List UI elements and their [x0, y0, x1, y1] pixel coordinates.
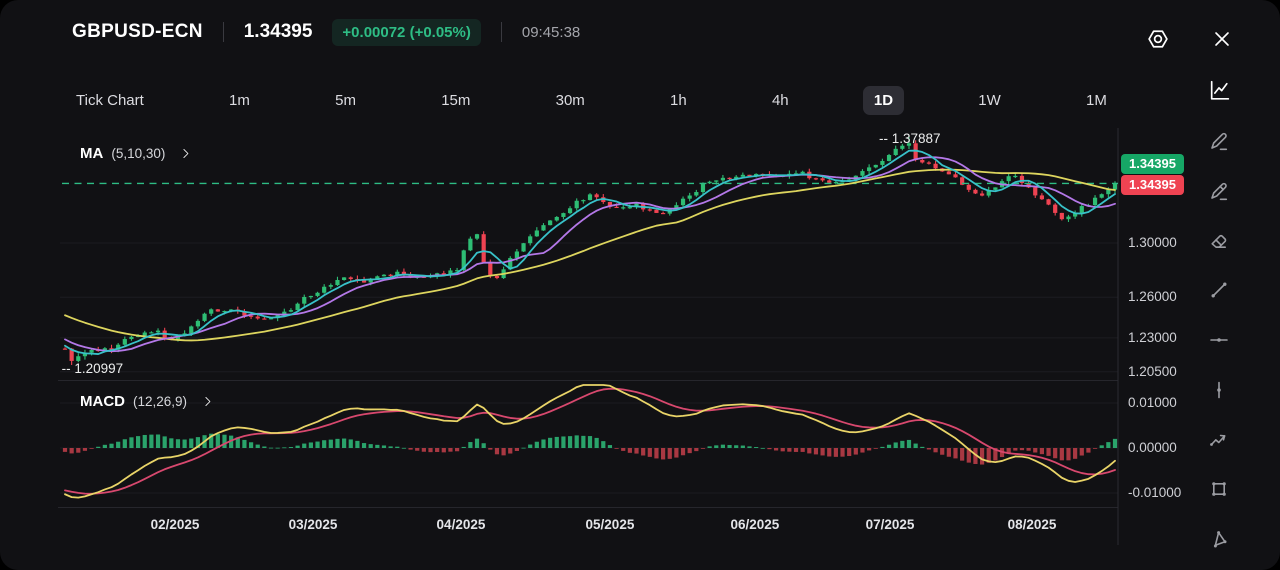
- ma-indicator-label: MA (5,10,30): [80, 145, 192, 162]
- low-price-annotation: -- 1.20997: [62, 361, 124, 376]
- trading-chart-window: GBPUSD-ECN 1.34395 +0.00072 (+0.05%) 09:…: [0, 0, 1280, 570]
- x-axis-label: 04/2025: [437, 517, 486, 532]
- price-axis-label: 1.23000: [1128, 330, 1177, 345]
- x-axis-label: 06/2025: [730, 517, 779, 532]
- bid-price-badge: 1.34395: [1121, 175, 1184, 195]
- macd-axis-label: 0.01000: [1128, 395, 1177, 410]
- ma-params: (5,10,30): [111, 146, 165, 161]
- x-axis-label: 08/2025: [1008, 517, 1057, 532]
- price-axis-label: 1.26000: [1128, 289, 1177, 304]
- x-axis-label: 03/2025: [289, 517, 338, 532]
- price-axis-label: 1.30000: [1128, 235, 1177, 250]
- ma-name: MA: [80, 145, 103, 162]
- x-axis-label: 07/2025: [866, 517, 915, 532]
- macd-indicator-label: MACD (12,26,9): [80, 393, 214, 410]
- macd-params: (12,26,9): [133, 394, 187, 409]
- price-chart-canvas[interactable]: [0, 0, 1280, 570]
- chevron-right-icon[interactable]: [201, 395, 214, 408]
- ask-price-badge: 1.34395: [1121, 154, 1184, 174]
- price-axis-label: 1.20500: [1128, 364, 1177, 379]
- macd-axis-label: 0.00000: [1128, 440, 1177, 455]
- macd-name: MACD: [80, 393, 125, 410]
- x-axis-label: 05/2025: [586, 517, 635, 532]
- high-price-annotation: -- 1.37887: [879, 131, 941, 146]
- x-axis-label: 02/2025: [151, 517, 200, 532]
- chevron-right-icon[interactable]: [179, 147, 192, 160]
- macd-axis-label: -0.01000: [1128, 485, 1181, 500]
